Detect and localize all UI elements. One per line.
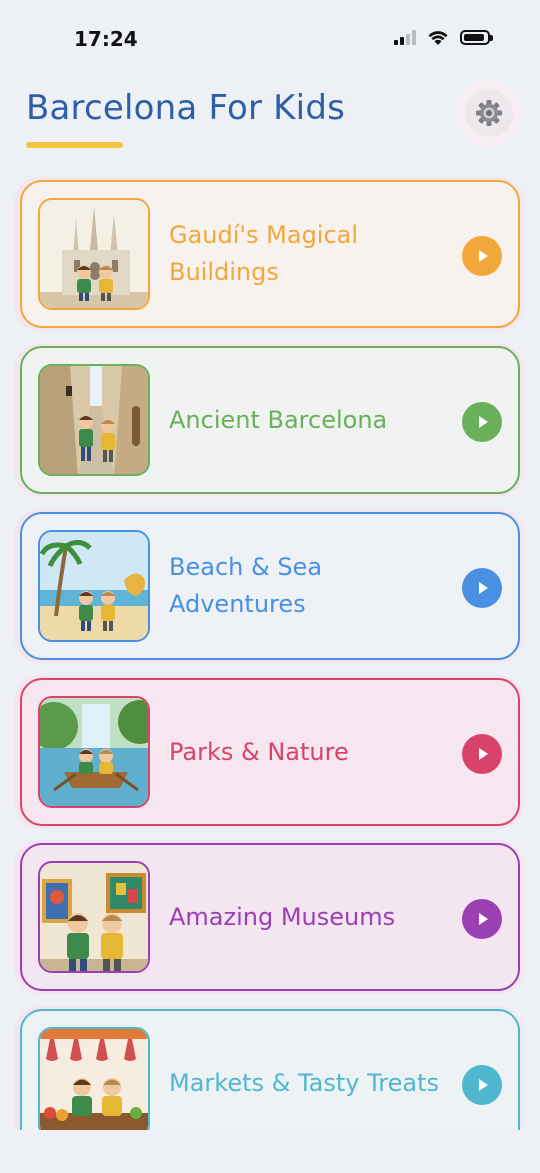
status-time: 17:24 bbox=[74, 27, 138, 51]
category-card-gaudi[interactable]: Gaudí's Magical Buildings bbox=[20, 180, 520, 328]
category-card-ancient-barcelona[interactable]: Ancient Barcelona bbox=[20, 346, 520, 494]
cellular-signal-icon bbox=[394, 29, 416, 45]
thumbnail-museum bbox=[38, 861, 150, 973]
category-card-museums[interactable]: Amazing Museums bbox=[20, 843, 520, 991]
category-label: Parks & Nature bbox=[169, 737, 349, 766]
play-button[interactable] bbox=[462, 899, 502, 939]
title-underline bbox=[26, 142, 123, 148]
category-label: Gaudí's Magical Buildings bbox=[169, 221, 359, 286]
thumbnail-market bbox=[38, 1027, 150, 1139]
thumbnail-sagrada-familia bbox=[38, 198, 150, 310]
thumbnail-gothic-quarter bbox=[38, 364, 150, 476]
status-bar: 17:24 bbox=[0, 0, 540, 80]
battery-icon bbox=[460, 29, 493, 45]
thumbnail-beach bbox=[38, 530, 150, 642]
category-label: Beach & Sea Adventures bbox=[169, 553, 323, 618]
play-button[interactable] bbox=[462, 568, 502, 608]
category-card-beach[interactable]: Beach & Sea Adventures bbox=[20, 512, 520, 660]
play-button[interactable] bbox=[462, 1065, 502, 1105]
status-icons bbox=[394, 28, 493, 46]
gear-icon bbox=[476, 100, 502, 126]
category-card-parks[interactable]: Parks & Nature bbox=[20, 678, 520, 826]
settings-button[interactable] bbox=[456, 80, 522, 146]
category-label: Amazing Museums bbox=[169, 902, 396, 931]
thumbnail-park-boat bbox=[38, 696, 150, 808]
wifi-icon bbox=[428, 31, 448, 45]
category-label: Ancient Barcelona bbox=[169, 405, 388, 434]
bottom-edge bbox=[0, 1130, 540, 1173]
page-title: Barcelona For Kids bbox=[26, 88, 346, 128]
play-button[interactable] bbox=[462, 236, 502, 276]
play-button[interactable] bbox=[462, 402, 502, 442]
play-button[interactable] bbox=[462, 734, 502, 774]
